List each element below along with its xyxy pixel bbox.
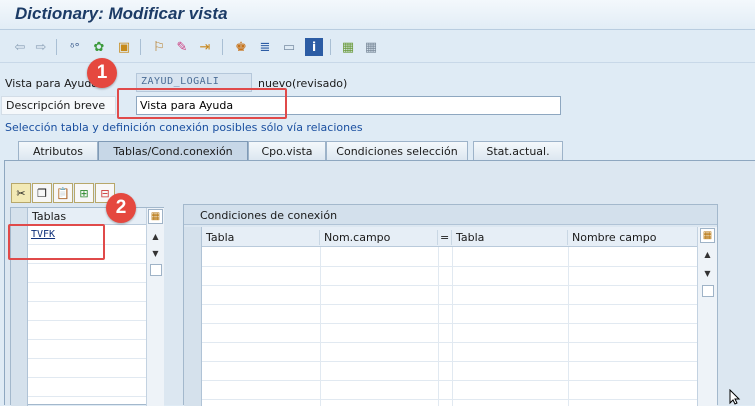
title-bar: Dictionary: Modificar vista (0, 0, 755, 30)
info-icon[interactable]: i (305, 38, 323, 56)
tables-header: Tablas (32, 210, 67, 223)
col-tabla-2: Tabla (452, 230, 568, 245)
forward-arrow-icon[interactable]: ⇨ (32, 38, 50, 56)
back-arrow-icon[interactable]: ⇦ (11, 38, 29, 56)
magic-wand-icon[interactable]: ✎ (173, 38, 191, 56)
highlight-description (117, 88, 287, 119)
scroll-thumb[interactable] (150, 264, 162, 276)
other-object-icon[interactable]: ✿ (90, 38, 108, 56)
window-title: Dictionary: Modificar vista (15, 4, 228, 23)
display-change-icon[interactable]: ᵟ° (66, 38, 84, 56)
join-conditions-title: Condiciones de conexión (200, 209, 338, 222)
join-column-settings-icon[interactable]: ▦ (700, 228, 715, 243)
tables-scrollbar[interactable]: ▦ ▲ ▼ (146, 208, 164, 406)
highlight-table-tvfk (8, 224, 105, 260)
join-scrollbar[interactable]: ▦ ▲ ▼ (697, 227, 717, 406)
scroll-up-icon[interactable]: ▲ (147, 232, 164, 241)
tab-cpo-vista[interactable]: Cpo.vista (248, 141, 326, 161)
col-tabla-1: Tabla (202, 230, 320, 245)
insert-row-icon[interactable]: ⊞ (74, 183, 94, 203)
col-nombre-campo: Nombre campo (572, 231, 657, 244)
join-scroll-up-icon[interactable]: ▲ (698, 250, 717, 259)
col-equals: = (438, 230, 452, 245)
col-nom-campo: Nom.campo (320, 230, 438, 245)
join-row-selector-column[interactable] (184, 227, 202, 406)
column-settings-icon[interactable]: ▦ (148, 209, 163, 224)
hierarchy-icon[interactable]: ♚ (232, 38, 250, 56)
frame-icon[interactable]: ▭ (280, 38, 298, 56)
cut-icon[interactable]: ✂ (11, 183, 31, 203)
join-scroll-thumb[interactable] (702, 285, 714, 297)
where-used-icon[interactable]: ⚐ (150, 38, 168, 56)
activate-icon[interactable]: ▣ (115, 38, 133, 56)
tab-atributos[interactable]: Atributos (18, 141, 98, 161)
navigate-icon[interactable]: ⇥ (196, 38, 214, 56)
scroll-down-icon[interactable]: ▼ (147, 249, 164, 258)
tab-tablas-cond-conexion[interactable]: Tablas/Cond.conexión (98, 141, 248, 161)
tab-stat-actual[interactable]: Stat.actual. (473, 141, 563, 161)
join-scroll-down-icon[interactable]: ▼ (698, 269, 717, 278)
mouse-cursor-icon (729, 389, 741, 405)
tab-condiciones-seleccion[interactable]: Condiciones selección (326, 141, 468, 161)
paste-icon[interactable]: 📋 (53, 183, 73, 203)
copy-icon[interactable]: ❐ (32, 183, 52, 203)
view-label: Vista para Ayuda (5, 77, 99, 90)
application-toolbar: ⇦ ⇨ ᵟ° ✿ ▣ ⚐ ✎ ⇥ ♚ ≣ ▭ i ▦ ▦ (0, 31, 755, 63)
annotation-badge-2: 2 (106, 193, 136, 223)
short-description-label: Descripción breve (1, 96, 116, 115)
join-conditions-rows (202, 247, 697, 406)
table-icon[interactable]: ▦ (339, 38, 357, 56)
relations-note: Selección tabla y definición conexión po… (5, 121, 363, 134)
join-conditions-panel: Condiciones de conexión Tabla Nom.campo … (183, 204, 718, 406)
annotation-badge-1: 1 (87, 58, 117, 88)
grid-icon[interactable]: ▦ (362, 38, 380, 56)
list-icon[interactable]: ≣ (256, 38, 274, 56)
